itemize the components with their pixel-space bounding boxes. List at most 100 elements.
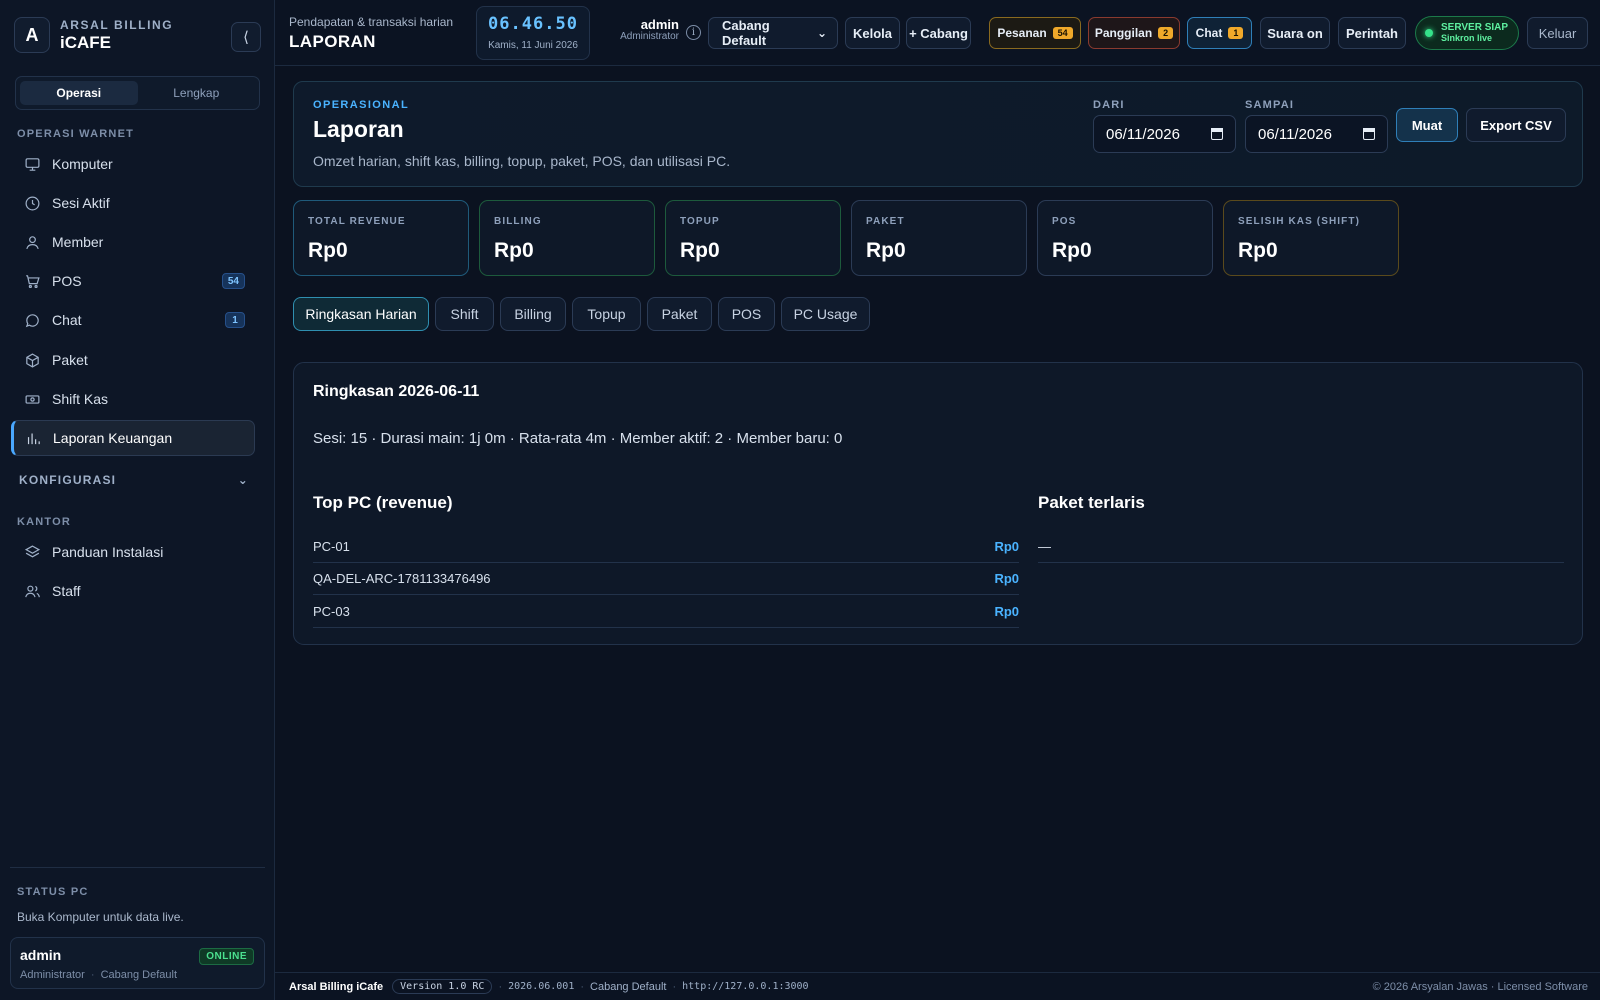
perintah-button[interactable]: Perintah	[1338, 17, 1406, 49]
add-branch-button[interactable]: + Cabang	[906, 17, 971, 49]
chevron-down-icon: ⌄	[237, 473, 249, 487]
kpi-label: TOPUP	[680, 216, 720, 227]
info-icon[interactable]: i	[686, 25, 701, 40]
sidebar-item-label: Komputer	[52, 156, 113, 172]
user-icon	[22, 232, 42, 252]
footer-brand: Arsal Billing iCafe	[289, 980, 384, 993]
kpi-value: Rp0	[1238, 239, 1278, 262]
pc-name: PC-03	[313, 604, 350, 619]
sidebar-item-laporan-keuangan[interactable]: Laporan Keuangan	[11, 420, 255, 456]
sidebar-item-label: Paket	[52, 352, 88, 368]
to-date-value: 06/11/2026	[1258, 125, 1332, 143]
sidebar-item-staff[interactable]: Staff	[11, 573, 255, 609]
kpi-label: SELISIH KAS (SHIFT)	[1238, 216, 1361, 227]
section-konfigurasi-toggle[interactable]: KONFIGURASI ⌄	[19, 473, 249, 487]
to-date-label: SAMPAI	[1245, 99, 1295, 111]
cart-icon	[22, 271, 42, 291]
top-pc-title: Top PC (revenue)	[313, 493, 453, 512]
footer-branch: Cabang Default	[590, 980, 667, 993]
tab-paket[interactable]: Paket	[647, 297, 712, 331]
mode-toggle: Operasi Lengkap	[15, 76, 260, 110]
mode-tab-lengkap[interactable]: Lengkap	[138, 81, 256, 105]
admin-role: Administrator	[620, 30, 679, 42]
tab-pos[interactable]: POS	[718, 297, 775, 331]
tab-ringkasan-harian[interactable]: Ringkasan Harian	[293, 297, 429, 331]
pc-revenue: Rp0	[994, 604, 1019, 619]
chat-icon	[22, 310, 42, 330]
to-date-input[interactable]: 06/11/2026	[1245, 115, 1388, 153]
logout-button[interactable]: Keluar	[1527, 17, 1588, 49]
pc-name: PC-01	[313, 539, 350, 554]
online-status-badge: ONLINE	[199, 948, 254, 965]
chevron-down-icon: ⌄	[816, 26, 827, 40]
sidebar-item-label: Shift Kas	[52, 391, 109, 407]
sidebar-item-shift-kas[interactable]: Shift Kas	[11, 381, 255, 417]
user-card[interactable]: admin Administrator · Cabang Default ONL…	[10, 937, 265, 989]
kpi-value: Rp0	[1052, 239, 1092, 262]
chat-button[interactable]: Chat 1	[1187, 17, 1252, 49]
sidebar-item-paket[interactable]: Paket	[11, 342, 255, 378]
sidebar-item-panduan-instalasi[interactable]: Panduan Instalasi	[11, 534, 255, 570]
chat-label: Chat	[1195, 26, 1223, 40]
kpi-selisih-kas: SELISIH KAS (SHIFT) Rp0	[1223, 200, 1399, 276]
collapse-sidebar-button[interactable]: ⟨	[231, 22, 261, 52]
version-badge: Version 1.0 RC	[392, 979, 493, 994]
sidebar-item-sesi-aktif[interactable]: Sesi Aktif	[11, 185, 255, 221]
users-icon	[22, 581, 42, 601]
mode-tab-operasi[interactable]: Operasi	[20, 81, 138, 105]
report-title: Laporan	[313, 116, 404, 142]
kpi-topup: TOPUP Rp0	[665, 200, 841, 276]
footer-separator: ·	[580, 980, 585, 993]
tab-billing[interactable]: Billing	[500, 297, 566, 331]
daily-summary-panel: Ringkasan 2026-06-11 Sesi: 15 · Durasi m…	[293, 362, 1583, 645]
pc-revenue: Rp0	[994, 571, 1019, 586]
footer-separator: ·	[498, 980, 503, 993]
pesanan-button[interactable]: Pesanan 54	[989, 17, 1081, 49]
panggilan-count-badge: 2	[1158, 27, 1174, 39]
brand[interactable]: A ARSAL BILLING iCAFE	[14, 17, 173, 53]
table-row: PC-03 Rp0	[313, 596, 1019, 628]
status-pc-text: Buka Komputer untuk data live.	[17, 910, 184, 924]
kpi-label: TOTAL REVENUE	[308, 216, 406, 227]
box-icon	[22, 350, 42, 370]
summary-stats: Sesi: 15 · Durasi main: 1j 0m · Rata-rat…	[313, 430, 843, 447]
section-eyebrow: OPERASIONAL	[313, 99, 410, 111]
sidebar-item-pos[interactable]: POS 54	[11, 263, 255, 299]
kpi-label: BILLING	[494, 216, 542, 227]
server-status-pill: SERVER SIAP Sinkron live	[1415, 16, 1519, 50]
sound-toggle-button[interactable]: Suara on	[1260, 17, 1330, 49]
sidebar-item-chat[interactable]: Chat 1	[11, 302, 255, 338]
brand-logo: A	[14, 17, 50, 53]
monitor-icon	[22, 154, 42, 174]
brand-subtitle: ARSAL BILLING	[60, 18, 174, 32]
chevron-left-icon: ⟨	[243, 29, 249, 46]
sidebar-item-label: Member	[52, 234, 104, 250]
tab-topup[interactable]: Topup	[572, 297, 641, 331]
load-button[interactable]: Muat	[1396, 108, 1458, 142]
empty-placeholder: —	[1038, 539, 1051, 554]
footer-separator: ·	[672, 980, 677, 993]
tab-shift[interactable]: Shift	[435, 297, 494, 331]
panggilan-button[interactable]: Panggilan 2	[1088, 17, 1180, 49]
calendar-icon[interactable]	[1363, 128, 1375, 140]
kelola-button[interactable]: Kelola	[845, 17, 900, 49]
kpi-total-revenue: TOTAL REVENUE Rp0	[293, 200, 469, 276]
sidebar-item-label: POS	[52, 273, 82, 289]
server-sync-text: Sinkron live	[1441, 32, 1493, 43]
from-date-input[interactable]: 06/11/2026	[1093, 115, 1236, 153]
sidebar-item-label: Laporan Keuangan	[53, 430, 173, 446]
tab-pc-usage[interactable]: PC Usage	[781, 297, 870, 331]
sidebar-item-komputer[interactable]: Komputer	[11, 146, 255, 182]
calendar-icon[interactable]	[1211, 128, 1223, 140]
table-row: QA-DEL-ARC-1781133476496 Rp0	[313, 563, 1019, 595]
user-role: Administrator	[20, 969, 85, 981]
sidebar-item-member[interactable]: Member	[11, 224, 255, 260]
kpi-pos: POS Rp0	[1037, 200, 1213, 276]
branch-select[interactable]: Cabang Default ⌄	[708, 17, 838, 49]
export-csv-button[interactable]: Export CSV	[1466, 108, 1566, 142]
page-title: LAPORAN	[289, 32, 376, 51]
sidebar-item-label: Panduan Instalasi	[52, 544, 164, 560]
sidebar-item-label: Chat	[52, 312, 82, 328]
sidebar-item-label: Sesi Aktif	[52, 195, 110, 211]
chat-count-badge: 1	[225, 312, 245, 328]
